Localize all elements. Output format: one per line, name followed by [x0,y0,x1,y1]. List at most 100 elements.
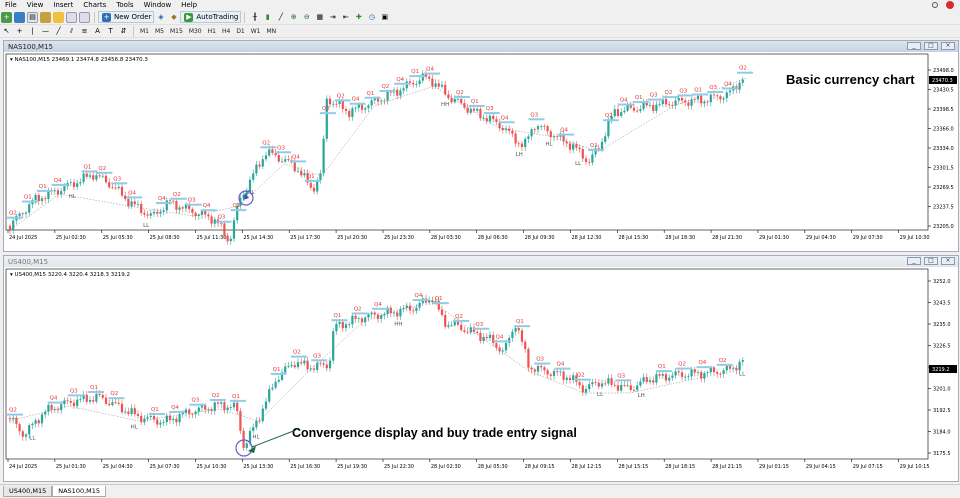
minimize-icon[interactable]: _ [907,42,921,50]
candle-body [204,211,207,215]
candle-body [8,418,12,420]
candle-body [300,362,303,364]
navigator-icon[interactable] [53,11,64,23]
candle-body [485,336,488,339]
line-chart-icon[interactable]: ╱ [275,12,286,23]
timeframe-m30[interactable]: M30 [186,28,205,35]
candle-body [252,427,255,431]
maximize-icon[interactable]: □ [924,257,938,265]
terminal-icon[interactable] [66,11,77,23]
menu-file[interactable]: File [0,0,22,10]
auto-scroll-icon[interactable]: ⇥ [327,12,338,23]
candle-body [696,95,700,100]
timeframe-m15[interactable]: M15 [167,28,186,35]
candle-body [741,79,744,83]
horizontal-line-icon[interactable]: — [40,26,51,37]
trendline-icon[interactable]: ╱ [53,26,64,37]
candle-body [386,91,389,101]
candle-body [677,97,680,101]
level-marker [432,302,449,305]
candle-body [687,102,690,106]
quarter-label: Q3 [530,112,538,118]
new-chart-icon[interactable]: + [1,11,12,23]
menu-view[interactable]: View [22,0,49,10]
vertical-line-icon[interactable]: | [27,26,38,37]
menu-charts[interactable]: Charts [78,0,111,10]
text-icon[interactable]: A [92,26,103,37]
timeframe-h4[interactable]: H4 [219,28,233,35]
candle-body [674,371,677,376]
candle-body [380,100,383,102]
candle-body [664,98,668,105]
minimize-icon[interactable]: _ [907,257,921,265]
candle-body [367,314,370,318]
timeframe-m1[interactable]: M1 [137,28,152,35]
candle-body [527,349,530,368]
candle-body [392,312,396,314]
zoom-out-icon[interactable]: ⊖ [301,12,312,23]
price-chart-canvas[interactable]: ▾ US400,M15 3220.4 3220.4 3218.3 3219.2 3… [4,267,958,481]
cursor-icon[interactable]: ↖ [1,26,12,37]
chart-window-title-bar[interactable]: NAS100,M15 _ □ × [4,41,958,52]
menu-window[interactable]: Window [139,0,177,10]
channel-icon[interactable]: ⫽ [66,26,77,37]
candle-body [725,92,728,99]
candle-body [536,366,540,372]
tab-nas100[interactable]: NAS100,M15 [52,486,107,497]
candle-body [428,76,431,79]
pin-icon[interactable] [932,2,938,8]
notification-icon[interactable] [946,1,954,9]
menu-tools[interactable]: Tools [111,0,138,10]
data-window-icon[interactable] [40,11,51,23]
new-order-button[interactable]: + New Order [98,11,155,23]
zoom-in-icon[interactable]: ⊕ [288,12,299,23]
periods-icon[interactable]: ◷ [366,12,377,23]
fibonacci-icon[interactable]: ≡ [79,26,90,37]
tile-windows-icon[interactable]: ▦ [314,12,325,23]
maximize-icon[interactable]: □ [924,42,938,50]
candle-body [149,415,152,417]
quarter-label: Q1 [694,87,702,93]
candlestick-icon[interactable]: ▮ [262,12,273,23]
signals-icon[interactable]: ◆ [168,12,179,23]
close-icon[interactable]: × [941,257,955,265]
chart-window-title-bar[interactable]: US400,M15 _ □ × [4,256,958,267]
quarter-label: Q1 [83,164,91,170]
candle-body [40,414,44,424]
candle-body [268,389,271,402]
price-tick-label: 23498.0 [933,68,954,74]
tester-icon[interactable] [79,11,90,23]
profiles-icon[interactable] [14,11,25,23]
indicators-icon[interactable]: ✚ [353,12,364,23]
close-icon[interactable]: × [941,42,955,50]
quarter-label: Q1 [333,313,341,319]
label-icon[interactable]: T [105,26,116,37]
price-chart[interactable]: ▾ NAS100,M15 23469.1 23474.8 23456.8 234… [4,52,958,251]
timeframe-w1[interactable]: W1 [248,28,264,35]
time-tick-label: 29 Jul 04:30 [806,235,836,241]
bar-chart-icon[interactable]: ╫ [249,12,260,23]
timeframe-d1[interactable]: D1 [233,28,247,35]
menu-insert[interactable]: Insert [48,0,78,10]
market-watch-icon[interactable]: ▤ [27,11,38,23]
tab-us400[interactable]: US400,M15 [3,486,53,497]
menu-help[interactable]: Help [176,0,202,10]
arrows-icon[interactable]: ⇵ [118,26,129,37]
timeframe-mn[interactable]: MN [264,28,280,35]
price-chart-canvas[interactable]: ▾ NAS100,M15 23469.1 23474.8 23456.8 234… [4,52,958,251]
candle-body [280,161,284,163]
quarter-label: Q2 [381,84,389,90]
crosshair-icon[interactable]: + [14,26,25,37]
metaeditor-icon[interactable]: ◈ [155,12,166,23]
price-chart[interactable]: ▾ US400,M15 3220.4 3220.4 3218.3 3219.2 3… [4,267,958,481]
level-marker [707,91,724,94]
candle-body [156,419,159,425]
timeframe-h1[interactable]: H1 [205,28,219,35]
timeframe-m5[interactable]: M5 [152,28,167,35]
quarter-label: Q1 [232,394,240,400]
autotrading-label: AutoTrading [196,13,239,21]
chart-shift-icon[interactable]: ⇤ [340,12,351,23]
candle-body [268,149,271,156]
templates-icon[interactable]: ▣ [379,12,390,23]
autotrading-button[interactable]: ▶ AutoTrading [180,11,242,23]
